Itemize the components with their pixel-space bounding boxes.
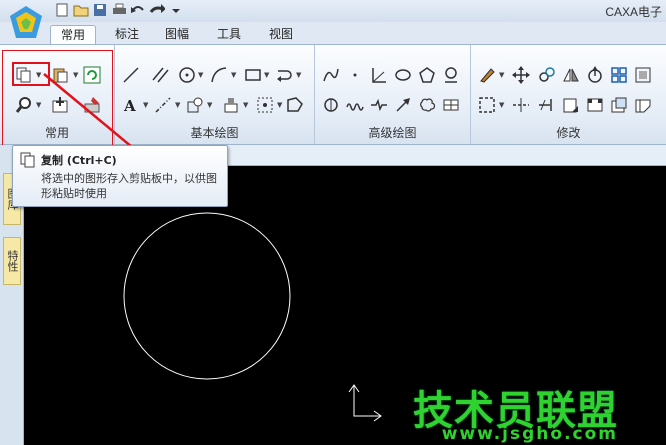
- copy-tooltip: 复制 (Ctrl+C) 将选中的图形存入剪贴板中，以供图形粘贴时使用: [12, 145, 228, 207]
- watermark-url: www.jsgho.com: [441, 424, 618, 444]
- copy-tooltip-icon: [20, 152, 35, 168]
- tooltip-description: 将选中的图形存入剪贴板中，以供图形粘贴时使用: [41, 172, 217, 200]
- tooltip-title: 复制 (Ctrl+C): [41, 154, 117, 167]
